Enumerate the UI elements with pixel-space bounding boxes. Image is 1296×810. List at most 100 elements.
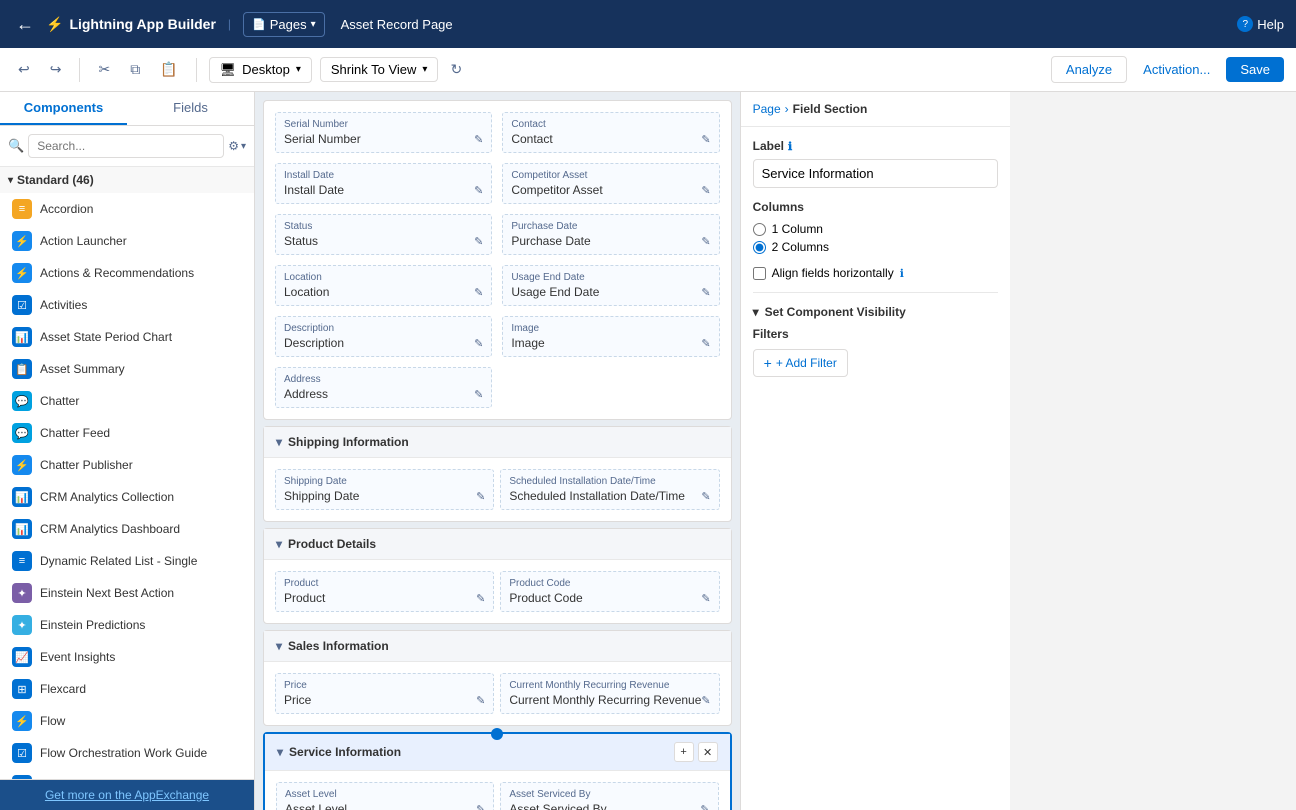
sidebar-item-chatter[interactable]: 💬 Chatter [0, 385, 254, 417]
refresh-button[interactable]: ↻ [446, 57, 466, 82]
tab-fields[interactable]: Fields [127, 92, 254, 125]
chatter-publisher-label: Chatter Publisher [40, 458, 133, 472]
sales-section-header[interactable]: ▾ Sales Information [264, 631, 731, 662]
visibility-header[interactable]: ▾ Set Component Visibility [753, 305, 998, 319]
sidebar-item-accordion[interactable]: ≡ Accordion [0, 193, 254, 225]
radio-1-column-input[interactable] [753, 223, 766, 236]
save-button[interactable]: Save [1226, 57, 1284, 82]
visibility-heading: Set Component Visibility [765, 305, 906, 319]
sidebar-section-standard[interactable]: ▾ Standard (46) [0, 167, 254, 193]
sidebar-item-asset-summary[interactable]: 📋 Asset Summary [0, 353, 254, 385]
sales-chevron: ▾ [276, 639, 282, 653]
asset-serviced-by-edit[interactable]: ✎ [700, 803, 709, 810]
shipping-section-header[interactable]: ▾ Shipping Information [264, 427, 731, 458]
desktop-icon: 🖥 [220, 62, 237, 78]
sidebar-item-dynamic-related-list[interactable]: ≡ Dynamic Related List - Single [0, 545, 254, 577]
sidebar-item-einstein-predictions[interactable]: ✦ Einstein Predictions [0, 609, 254, 641]
sidebar-item-chatter-feed[interactable]: 💬 Chatter Feed [0, 417, 254, 449]
sidebar-item-asset-state-chart[interactable]: 📊 Asset State Period Chart [0, 321, 254, 353]
breadcrumb-page[interactable]: Page [753, 102, 781, 116]
location-edit[interactable]: ✎ [474, 286, 483, 299]
scheduled-install-label: Scheduled Installation Date/Time [509, 476, 710, 487]
settings-button[interactable]: ⚙ ▾ [228, 139, 246, 153]
service-chevron: ▾ [277, 745, 283, 759]
contact-edit[interactable]: ✎ [701, 133, 710, 146]
sidebar-item-highlights-panel[interactable]: ◉ Highlights Panel [0, 769, 254, 779]
breadcrumb-current: Field Section [793, 102, 868, 116]
help-button[interactable]: ? Help [1237, 16, 1284, 32]
asset-state-icon: 📊 [12, 327, 32, 347]
radio-2-columns[interactable]: 2 Columns [753, 240, 998, 254]
drag-handle-top[interactable] [491, 728, 503, 740]
service-section: ▾ Service Information + ✕ Asset Level As… [263, 732, 732, 810]
scheduled-install-edit[interactable]: ✎ [701, 490, 710, 503]
product-label: Product [284, 578, 485, 589]
align-fields-checkbox[interactable]: Align fields horizontally ℹ [753, 266, 998, 280]
section-chevron: ▾ [8, 175, 13, 186]
cut-button[interactable]: ✂ [92, 57, 116, 82]
image-edit[interactable]: ✎ [701, 337, 710, 350]
sidebar-item-flow[interactable]: ⚡ Flow [0, 705, 254, 737]
product-code-edit[interactable]: ✎ [701, 592, 710, 605]
status-label: Status [284, 221, 483, 232]
undo-button[interactable]: ↩ [12, 57, 36, 82]
sidebar-item-flexcard[interactable]: ⊞ Flexcard [0, 673, 254, 705]
service-action-btn-1[interactable]: + [674, 742, 694, 762]
competitor-edit[interactable]: ✎ [701, 184, 710, 197]
sidebar-item-einstein-next-best[interactable]: ✦ Einstein Next Best Action [0, 577, 254, 609]
serial-edit[interactable]: ✎ [474, 133, 483, 146]
radio-1-column[interactable]: 1 Column [753, 222, 998, 236]
columns-title: Columns [753, 200, 804, 214]
description-edit[interactable]: ✎ [474, 337, 483, 350]
nav-divider: | [228, 17, 231, 31]
align-info-icon[interactable]: ℹ [900, 267, 904, 280]
sidebar-item-crm-analytics-dashboard[interactable]: 📊 CRM Analytics Dashboard [0, 513, 254, 545]
asset-level-edit[interactable]: ✎ [476, 803, 485, 810]
pages-button[interactable]: 📄 Pages ▾ [243, 12, 325, 37]
pages-icon: 📄 [252, 18, 266, 31]
back-button[interactable]: ← [12, 10, 38, 39]
asset-level-label: Asset Level [285, 789, 485, 800]
monthly-revenue-edit[interactable]: ✎ [701, 694, 710, 707]
radio-2-columns-input[interactable] [753, 241, 766, 254]
sidebar-item-actions-recommendations[interactable]: ⚡ Actions & Recommendations [0, 257, 254, 289]
sidebar-item-crm-analytics-collection[interactable]: 📊 CRM Analytics Collection [0, 481, 254, 513]
label-input[interactable] [753, 159, 998, 188]
sales-fields: Price Price✎ Current Monthly Recurring R… [264, 662, 731, 725]
align-checkbox-input[interactable] [753, 267, 766, 280]
shrink-dropdown[interactable]: Shrink To View ▾ [320, 57, 439, 82]
install-edit[interactable]: ✎ [474, 184, 483, 197]
dynamic-related-label: Dynamic Related List - Single [40, 554, 197, 568]
address-edit[interactable]: ✎ [474, 388, 483, 401]
add-filter-button[interactable]: + + Add Filter [753, 349, 848, 377]
service-action-btn-2[interactable]: ✕ [698, 742, 718, 762]
redo-button[interactable]: ↪ [44, 57, 68, 82]
paste-button[interactable]: 📋 [154, 57, 183, 82]
price-edit[interactable]: ✎ [476, 694, 485, 707]
purchase-edit[interactable]: ✎ [701, 235, 710, 248]
activation-button[interactable]: Activation... [1135, 57, 1218, 82]
filters-text: Filters [753, 327, 789, 341]
tab-components[interactable]: Components [0, 92, 127, 125]
accordion-icon: ≡ [12, 199, 32, 219]
desktop-dropdown[interactable]: 🖥 Desktop ▾ [209, 57, 312, 83]
status-edit[interactable]: ✎ [474, 235, 483, 248]
einstein-nba-label: Einstein Next Best Action [40, 586, 174, 600]
sidebar-item-event-insights[interactable]: 📈 Event Insights [0, 641, 254, 673]
label-info-icon[interactable]: ℹ [788, 140, 792, 153]
analyze-button[interactable]: Analyze [1051, 56, 1127, 83]
sidebar-item-chatter-publisher[interactable]: ⚡ Chatter Publisher [0, 449, 254, 481]
chatter-label: Chatter [40, 394, 79, 408]
usage-end-edit[interactable]: ✎ [701, 286, 710, 299]
sidebar-item-flow-orchestration[interactable]: ☑ Flow Orchestration Work Guide [0, 737, 254, 769]
shipping-date-edit[interactable]: ✎ [476, 490, 485, 503]
copy-button[interactable]: ⧉ [124, 57, 146, 82]
einstein-pred-label: Einstein Predictions [40, 618, 145, 632]
search-input[interactable] [28, 134, 224, 158]
sidebar-item-action-launcher[interactable]: ⚡ Action Launcher [0, 225, 254, 257]
product-edit[interactable]: ✎ [476, 592, 485, 605]
install-date-field: Install Date Install Date✎ [275, 163, 492, 204]
product-section-header[interactable]: ▾ Product Details [264, 529, 731, 560]
appexchange-link[interactable]: Get more on the AppExchange [8, 788, 246, 802]
sidebar-item-activities[interactable]: ☑ Activities [0, 289, 254, 321]
